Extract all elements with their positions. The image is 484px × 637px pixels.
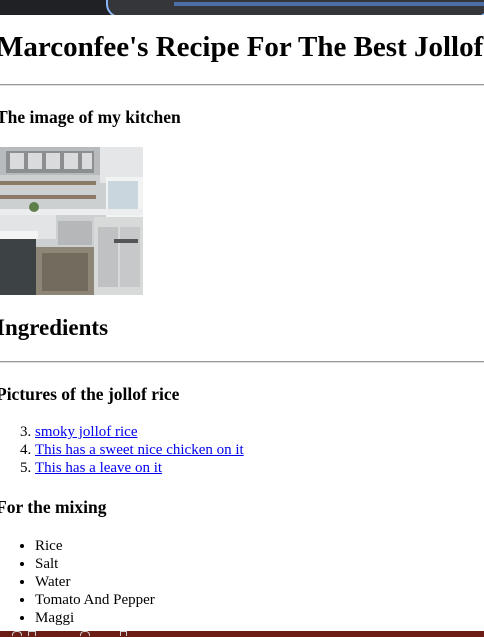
kitchen-heading: The image of my kitchen <box>0 107 181 127</box>
list-item: This has a sweet nice chicken on it <box>35 441 244 459</box>
title-divider <box>0 84 484 86</box>
list-item: Rice <box>35 537 155 555</box>
picture-link[interactable]: smoky jollof rice <box>35 424 137 440</box>
mixing-heading: For the mixing <box>0 497 107 517</box>
clock-icon <box>12 631 22 636</box>
page-content: Marconfee's Recipe For The Best Jollof T… <box>0 15 484 626</box>
volume-icon <box>120 631 127 636</box>
tray-icon <box>28 631 36 636</box>
ingredients-heading: Ingredients <box>0 315 109 340</box>
list-item: Tomato And Pepper <box>35 591 155 609</box>
list-item: smoky jollof rice <box>35 423 244 441</box>
address-bar[interactable] <box>106 0 484 15</box>
picture-link[interactable]: This has a leave on it <box>35 460 162 476</box>
list-item: Maggi <box>35 609 155 627</box>
mixing-list: Rice Salt Water Tomato And Pepper Maggi <box>0 537 155 627</box>
list-item: Water <box>35 573 155 591</box>
page-title: Marconfee's Recipe For The Best Jollof <box>0 31 484 63</box>
taskbar <box>0 631 484 637</box>
wifi-icon <box>80 631 90 636</box>
list-item: This has a leave on it <box>35 459 244 477</box>
browser-toolbar <box>0 0 484 15</box>
picture-link[interactable]: This has a sweet nice chicken on it <box>35 442 244 458</box>
picture-links-list: smoky jollof rice This has a sweet nice … <box>0 423 244 477</box>
list-item: Salt <box>35 555 155 573</box>
address-text-selection <box>174 2 484 6</box>
kitchen-photo <box>0 147 143 295</box>
pictures-heading: Pictures of the jollof rice <box>0 384 180 404</box>
ingredients-divider <box>0 361 484 363</box>
kitchen-image <box>0 147 143 295</box>
